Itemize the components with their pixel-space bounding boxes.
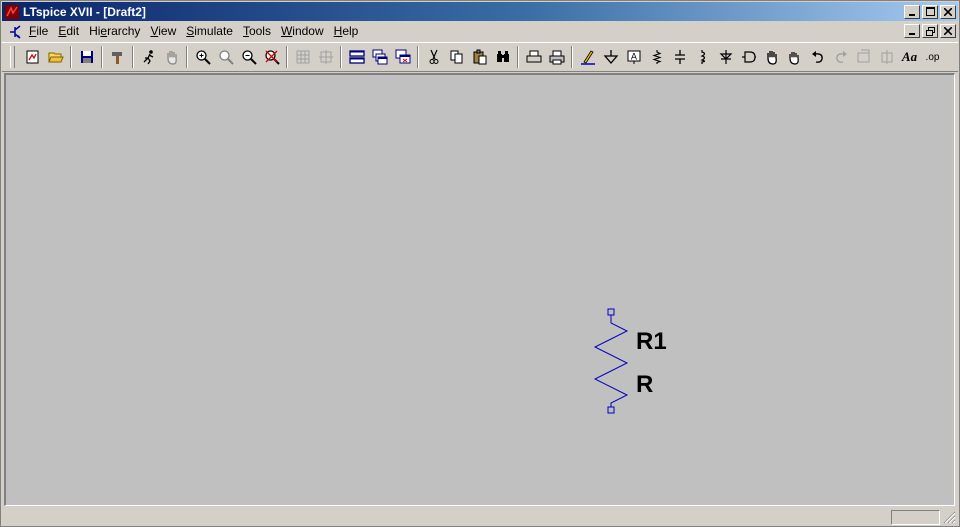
toolbar-separator bbox=[517, 46, 519, 68]
move-hand-icon[interactable] bbox=[760, 46, 783, 68]
resize-grip-icon[interactable] bbox=[943, 511, 956, 524]
title-bar[interactable]: LTspice XVII - [Draft2] bbox=[2, 2, 958, 21]
net-label-icon[interactable]: A bbox=[622, 46, 645, 68]
schematic-drawing bbox=[593, 308, 629, 414]
zoom-pan-icon[interactable] bbox=[214, 46, 237, 68]
mdi-close-button[interactable] bbox=[940, 24, 956, 38]
text-tool-icon[interactable]: Aa bbox=[898, 46, 921, 68]
minimize-button[interactable] bbox=[904, 4, 920, 19]
status-panel bbox=[891, 510, 940, 525]
schematic-canvas[interactable]: R1 R bbox=[4, 73, 955, 506]
main-toolbar: A Aa .op bbox=[2, 42, 958, 72]
close-icon bbox=[944, 27, 952, 35]
toolbar-separator bbox=[571, 46, 573, 68]
draw-wire-pencil-icon[interactable] bbox=[576, 46, 599, 68]
close-button[interactable] bbox=[940, 4, 956, 19]
restore-icon bbox=[925, 26, 935, 36]
toolbar-separator bbox=[101, 46, 103, 68]
close-icon bbox=[944, 7, 952, 16]
status-bar bbox=[2, 507, 958, 526]
new-schematic-icon[interactable] bbox=[21, 46, 44, 68]
window-title: LTspice XVII - [Draft2] bbox=[23, 4, 146, 19]
toolbar-separator bbox=[417, 46, 419, 68]
halt-hand-icon[interactable] bbox=[160, 46, 183, 68]
component-icon[interactable] bbox=[737, 46, 760, 68]
menu-simulate[interactable]: Simulate bbox=[181, 23, 238, 40]
toolbar-separator bbox=[286, 46, 288, 68]
capacitor-icon[interactable] bbox=[668, 46, 691, 68]
resistor-zigzag bbox=[593, 315, 629, 407]
grid-disabled-icon bbox=[314, 46, 337, 68]
schematic-document-icon[interactable] bbox=[6, 24, 24, 40]
mirror-disabled-icon bbox=[875, 46, 898, 68]
maximize-icon bbox=[925, 7, 935, 16]
autorange-disabled-icon bbox=[291, 46, 314, 68]
tile-horizontal-icon[interactable] bbox=[345, 46, 368, 68]
find-binoculars-icon[interactable] bbox=[491, 46, 514, 68]
redo-disabled-icon bbox=[829, 46, 852, 68]
resistor-pin-bottom[interactable] bbox=[607, 406, 615, 414]
menu-bar: File Edit Hierarchy View Simulate Tools Window… bbox=[2, 22, 958, 41]
save-icon[interactable] bbox=[75, 46, 98, 68]
maximize-button[interactable] bbox=[922, 4, 938, 19]
zoom-fit-icon[interactable] bbox=[260, 46, 283, 68]
toolbar-grip[interactable] bbox=[10, 46, 15, 68]
mdi-restore-button[interactable] bbox=[922, 24, 938, 38]
zoom-in-icon[interactable] bbox=[191, 46, 214, 68]
toolbar-separator bbox=[186, 46, 188, 68]
toolbar-separator bbox=[132, 46, 134, 68]
resistor-pin-top[interactable] bbox=[607, 308, 615, 316]
ground-icon[interactable] bbox=[599, 46, 622, 68]
open-folder-icon[interactable] bbox=[44, 46, 67, 68]
zoom-out-icon[interactable] bbox=[237, 46, 260, 68]
toolbar-separator bbox=[70, 46, 72, 68]
resistor-value-label[interactable]: R bbox=[636, 373, 653, 397]
menu-help[interactable]: Help bbox=[329, 23, 364, 40]
toolbar-separator bbox=[340, 46, 342, 68]
menu-view[interactable]: View bbox=[145, 23, 181, 40]
mdi-minimize-button[interactable] bbox=[904, 24, 920, 38]
resistor-icon[interactable] bbox=[645, 46, 668, 68]
menu-hierarchy[interactable]: Hierarchy bbox=[84, 23, 145, 40]
copy-icon[interactable] bbox=[445, 46, 468, 68]
ltspice-window: LTspice XVII - [Draft2] File Edit Hierarch… bbox=[0, 0, 960, 527]
menu-edit[interactable]: Edit bbox=[53, 23, 84, 40]
print-icon[interactable] bbox=[545, 46, 568, 68]
cut-scissors-icon[interactable] bbox=[422, 46, 445, 68]
diode-icon[interactable] bbox=[714, 46, 737, 68]
minimize-icon bbox=[909, 13, 915, 16]
minimize-icon bbox=[909, 33, 915, 35]
menu-file[interactable]: File bbox=[24, 23, 53, 40]
resistor-reference-label[interactable]: R1 bbox=[636, 330, 667, 354]
drag-hand-icon[interactable] bbox=[783, 46, 806, 68]
undo-icon[interactable] bbox=[806, 46, 829, 68]
run-simulation-icon[interactable] bbox=[137, 46, 160, 68]
print-preview-icon[interactable] bbox=[522, 46, 545, 68]
menu-window[interactable]: Window bbox=[276, 23, 329, 40]
rotate-disabled-icon bbox=[852, 46, 875, 68]
inductor-icon[interactable] bbox=[691, 46, 714, 68]
menu-tools[interactable]: Tools bbox=[238, 23, 276, 40]
cascade-windows-icon[interactable] bbox=[368, 46, 391, 68]
ltspice-app-icon[interactable] bbox=[4, 4, 20, 20]
resistor-symbol[interactable] bbox=[593, 308, 629, 414]
spice-directive-icon[interactable]: .op bbox=[921, 46, 944, 68]
paste-icon[interactable] bbox=[468, 46, 491, 68]
close-windows-icon[interactable] bbox=[391, 46, 414, 68]
control-panel-hammer-icon[interactable] bbox=[106, 46, 129, 68]
